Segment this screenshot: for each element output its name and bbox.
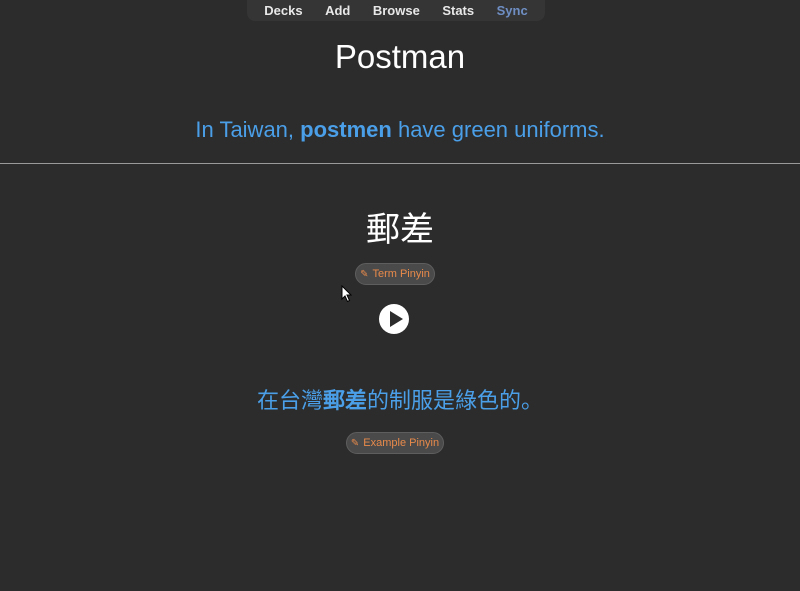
- nav-decks[interactable]: Decks: [264, 3, 302, 18]
- example-sentence: 在台灣郵差的制服是綠色的。: [0, 383, 800, 415]
- term-pinyin-button[interactable]: ✎ Term Pinyin: [355, 263, 435, 285]
- example-pinyin-label: Example Pinyin: [363, 437, 440, 449]
- front-sentence: In Taiwan, postmen have green uniforms.: [0, 117, 800, 143]
- mouse-cursor-icon: [341, 285, 353, 303]
- pen-icon: ✎: [360, 268, 369, 280]
- card-divider: [0, 163, 800, 164]
- front-sentence-pre: In Taiwan,: [195, 117, 301, 142]
- example-post: 的制服是綠色的。: [367, 389, 544, 414]
- front-sentence-bold: postmen: [300, 117, 392, 142]
- nav-stats[interactable]: Stats: [442, 3, 474, 18]
- top-navigation: Decks Add Browse Stats Sync: [247, 0, 545, 21]
- term-pinyin-label: Term Pinyin: [372, 268, 430, 280]
- front-sentence-post: have green uniforms.: [391, 117, 605, 142]
- example-pinyin-button[interactable]: ✎ Example Pinyin: [346, 432, 444, 454]
- back-term: 郵差: [366, 210, 434, 250]
- nav-add[interactable]: Add: [325, 3, 350, 18]
- example-pre: 在台灣: [256, 389, 323, 414]
- nav-browse[interactable]: Browse: [373, 3, 420, 18]
- pen-icon: ✎: [350, 437, 360, 449]
- front-title: Postman: [334, 38, 466, 75]
- nav-sync[interactable]: Sync: [497, 3, 528, 18]
- play-icon[interactable]: [378, 303, 410, 335]
- example-bold: 郵差: [322, 389, 367, 414]
